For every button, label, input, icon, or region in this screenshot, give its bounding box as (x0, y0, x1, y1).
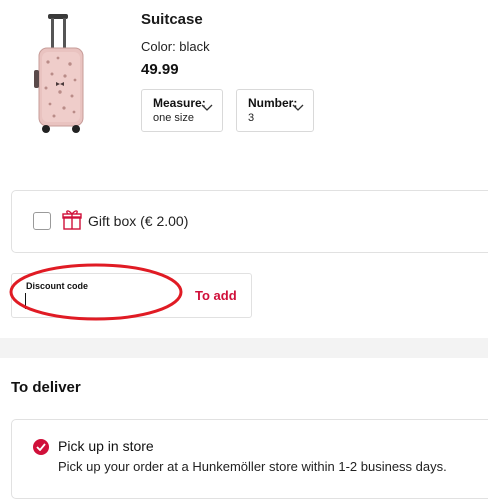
measure-select[interactable]: Measure: one size (141, 89, 223, 132)
add-discount-button[interactable]: To add (195, 288, 237, 303)
number-select[interactable]: Number: 3 (236, 89, 314, 132)
discount-code-box: Discount code To add (11, 273, 252, 318)
number-label: Number: (248, 96, 298, 110)
product-color: Color: black (141, 39, 210, 54)
gift-icon (62, 210, 82, 230)
discount-code-label: Discount code (26, 281, 89, 291)
pickup-option[interactable]: Pick up in store Pick up your order at a… (11, 419, 488, 499)
measure-label: Measure: (153, 96, 206, 110)
pickup-description: Pick up your order at a Hunkemöller stor… (58, 459, 447, 474)
product-price: 49.99 (141, 61, 179, 78)
number-value: 3 (248, 112, 255, 124)
product-title: Suitcase (141, 11, 203, 28)
pickup-radio[interactable] (33, 439, 49, 455)
product-image (34, 14, 84, 133)
section-divider (0, 338, 488, 358)
giftbox-label: Gift box (€ 2.00) (88, 213, 189, 229)
measure-value: one size (153, 112, 194, 124)
discount-code-input[interactable] (24, 291, 174, 311)
check-icon (36, 443, 46, 451)
chevron-down-icon (201, 104, 213, 111)
text-caret (25, 293, 26, 309)
delivery-title: To deliver (11, 379, 81, 396)
chevron-down-icon (292, 104, 304, 111)
giftbox-checkbox[interactable] (33, 212, 51, 230)
pickup-title: Pick up in store (58, 438, 154, 454)
giftbox-option: Gift box (€ 2.00) (11, 190, 488, 253)
